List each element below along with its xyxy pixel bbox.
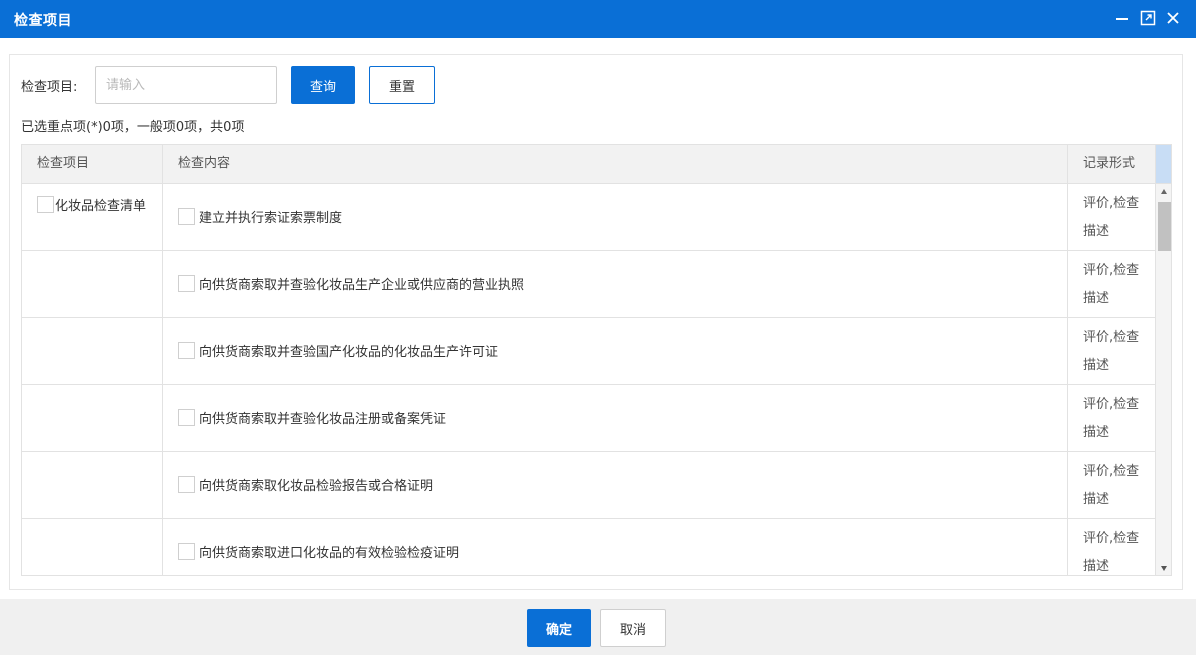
close-glyph	[1167, 12, 1179, 24]
item-text: 建立并执行索证索票制度	[199, 211, 343, 226]
query-button[interactable]: 查询	[291, 66, 355, 104]
table-row: 向供货商索取并查验化妆品生产企业或供应商的营业执照 评价,检查描述	[22, 251, 1156, 318]
scroll-up-icon[interactable]	[1161, 189, 1167, 194]
inspection-panel: 检查项目: 查询 重置 已选重点项(*)0项，一般项0项，共0项 检查项目 检查…	[9, 54, 1183, 590]
category-cell	[22, 318, 163, 385]
table-scrollbar[interactable]	[1156, 184, 1171, 575]
record-form-text: 评价,检查描述	[1083, 531, 1140, 574]
item-checkbox[interactable]	[178, 275, 195, 292]
item-checkbox[interactable]	[178, 208, 195, 225]
dialog-titlebar: 检查项目	[0, 0, 1196, 38]
cancel-button[interactable]: 取消	[600, 609, 666, 647]
item-text: 向供货商索取并查验化妆品生产企业或供应商的营业执照	[199, 278, 525, 293]
search-input[interactable]	[95, 66, 277, 104]
category-cell	[22, 251, 163, 318]
record-cell: 评价,检查描述	[1068, 251, 1156, 318]
category-label: 化妆品检查清单	[37, 193, 147, 221]
table-row: 向供货商索取化妆品检验报告或合格证明 评价,检查描述	[22, 452, 1156, 519]
record-form-text: 评价,检查描述	[1083, 196, 1140, 239]
dialog-title: 检查项目	[14, 13, 72, 29]
content-item: 向供货商索取并查验化妆品生产企业或供应商的营业执照	[178, 275, 524, 295]
header-scroll-gutter	[1156, 145, 1171, 183]
selection-summary: 已选重点项(*)0项，一般项0项，共0项	[21, 120, 245, 135]
minimize-icon[interactable]	[1113, 9, 1131, 27]
header-inspection-item: 检查项目	[22, 145, 163, 183]
content-cell: 向供货商索取并查验化妆品注册或备案凭证	[163, 385, 1068, 452]
category-cell: 化妆品检查清单	[22, 184, 163, 251]
content-item: 向供货商索取化妆品检验报告或合格证明	[178, 476, 433, 496]
category-cell	[22, 385, 163, 452]
item-text: 向供货商索取进口化妆品的有效检验检疫证明	[199, 546, 460, 561]
table-header: 检查项目 检查内容 记录形式	[22, 145, 1171, 184]
content-cell: 建立并执行索证索票制度	[163, 184, 1068, 251]
record-form-text: 评价,检查描述	[1083, 464, 1140, 507]
record-cell: 评价,检查描述	[1068, 385, 1156, 452]
scroll-thumb[interactable]	[1158, 202, 1171, 251]
confirm-button[interactable]: 确定	[527, 609, 591, 647]
item-text: 向供货商索取化妆品检验报告或合格证明	[199, 479, 434, 494]
content-cell: 向供货商索取进口化妆品的有效检验检疫证明	[163, 519, 1068, 575]
record-cell: 评价,检查描述	[1068, 184, 1156, 251]
reset-button[interactable]: 重置	[369, 66, 435, 104]
content-item: 向供货商索取并查验化妆品注册或备案凭证	[178, 409, 446, 429]
content-item: 向供货商索取进口化妆品的有效检验检疫证明	[178, 543, 459, 563]
content-cell: 向供货商索取并查验国产化妆品的化妆品生产许可证	[163, 318, 1068, 385]
content-item: 向供货商索取并查验国产化妆品的化妆品生产许可证	[178, 342, 498, 362]
scroll-down-icon[interactable]	[1161, 566, 1167, 571]
item-checkbox[interactable]	[178, 476, 195, 493]
category-cell	[22, 452, 163, 519]
record-cell: 评价,检查描述	[1068, 452, 1156, 519]
item-checkbox[interactable]	[178, 543, 195, 560]
record-form-text: 评价,检查描述	[1083, 330, 1140, 373]
table-row: 向供货商索取并查验国产化妆品的化妆品生产许可证 评价,检查描述	[22, 318, 1156, 385]
item-text: 向供货商索取并查验化妆品注册或备案凭证	[199, 412, 447, 427]
dialog-content: 检查项目: 查询 重置 已选重点项(*)0项，一般项0项，共0项 检查项目 检查…	[0, 38, 1196, 599]
record-cell: 评价,检查描述	[1068, 318, 1156, 385]
table-body: 化妆品检查清单 建立并执行索证索票制度 评价,检查描述 向供货商索取并查验化妆品…	[22, 184, 1156, 575]
content-cell: 向供货商索取并查验化妆品生产企业或供应商的营业执照	[163, 251, 1068, 318]
search-label: 检查项目:	[21, 80, 78, 95]
inspection-table: 检查项目 检查内容 记录形式 化妆品检查清单 建立并执行索证索票制度 评价,检查…	[21, 144, 1172, 576]
category-name: 化妆品检查清单	[55, 199, 147, 214]
item-text: 向供货商索取并查验国产化妆品的化妆品生产许可证	[199, 345, 499, 360]
item-checkbox[interactable]	[178, 409, 195, 426]
dialog-footer: 确定 取消	[0, 599, 1196, 655]
header-inspection-content: 检查内容	[163, 145, 1068, 183]
table-row: 向供货商索取进口化妆品的有效检验检疫证明 评价,检查描述	[22, 519, 1156, 575]
item-checkbox[interactable]	[178, 342, 195, 359]
header-record-form: 记录形式	[1068, 145, 1156, 183]
close-icon[interactable]	[1164, 9, 1182, 27]
table-row: 化妆品检查清单 建立并执行索证索票制度 评价,检查描述	[22, 184, 1156, 251]
record-form-text: 评价,检查描述	[1083, 263, 1140, 306]
maximize-icon[interactable]	[1139, 9, 1157, 27]
category-cell	[22, 519, 163, 575]
record-form-text: 评价,检查描述	[1083, 397, 1140, 440]
maximize-glyph	[1140, 10, 1156, 26]
category-checkbox[interactable]	[37, 196, 54, 213]
content-cell: 向供货商索取化妆品检验报告或合格证明	[163, 452, 1068, 519]
content-item: 建立并执行索证索票制度	[178, 208, 342, 228]
record-cell: 评价,检查描述	[1068, 519, 1156, 575]
table-row: 向供货商索取并查验化妆品注册或备案凭证 评价,检查描述	[22, 385, 1156, 452]
